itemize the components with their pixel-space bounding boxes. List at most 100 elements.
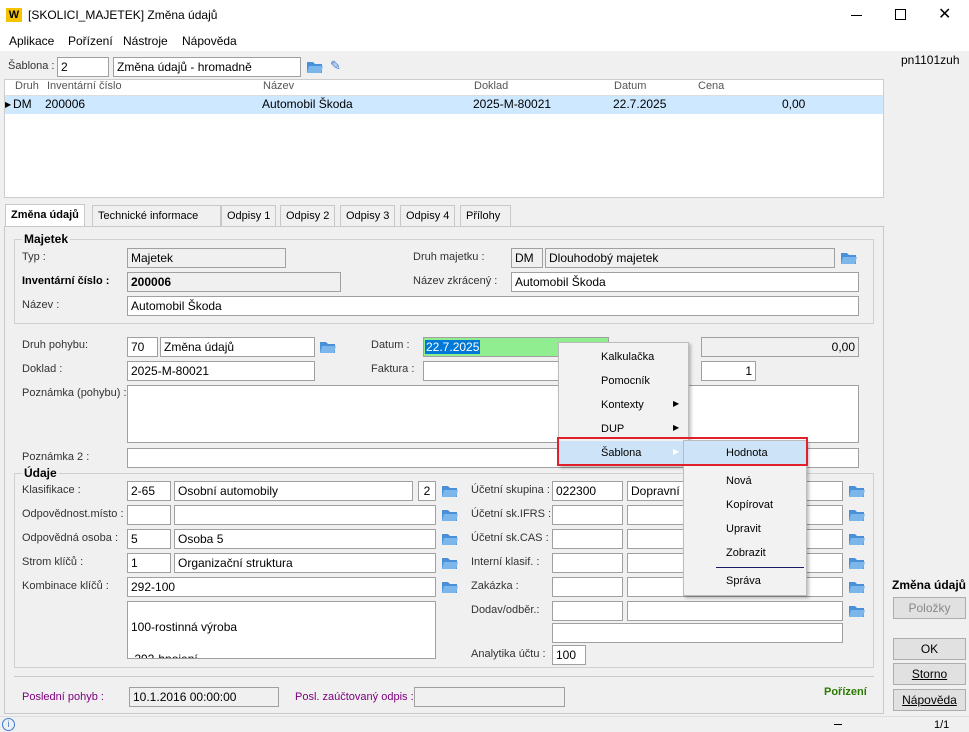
dodav-name[interactable] xyxy=(627,601,843,621)
open-folder-icon[interactable] xyxy=(840,250,858,266)
udaje-legend: Údaje xyxy=(22,466,59,480)
maximize-icon[interactable] xyxy=(895,9,906,20)
strom-klicu-code[interactable]: 1 xyxy=(127,553,171,573)
menu-nastroje[interactable]: Nástroje xyxy=(123,34,168,48)
ucetni-skupina-label: Účetní skupina : xyxy=(471,484,550,496)
doklad-field[interactable]: 2025-M-80021 xyxy=(127,361,315,381)
tab-odpisy4[interactable]: Odpisy 4 xyxy=(400,205,456,227)
nazev-label: Název : xyxy=(22,299,60,311)
open-folder-icon[interactable] xyxy=(848,483,866,499)
open-folder-icon[interactable] xyxy=(441,483,459,499)
odpovednost-misto-code[interactable] xyxy=(127,505,171,525)
col-doklad[interactable]: Doklad xyxy=(474,80,508,92)
nazev-zkraceny-label: Název zkrácený : xyxy=(413,275,498,287)
page-indicator: 1/1 xyxy=(934,719,950,731)
doklad-label: Doklad : xyxy=(22,363,63,375)
cas-code[interactable] xyxy=(552,529,623,549)
sablona-name-field[interactable]: Změna údajů - hromadně xyxy=(113,57,301,77)
odpovednost-misto-name[interactable] xyxy=(174,505,436,525)
tab-prilohy[interactable]: Přílohy xyxy=(460,205,511,227)
footer-divider xyxy=(14,676,874,677)
menu-napoveda[interactable]: Nápověda xyxy=(182,34,237,48)
table-row[interactable] xyxy=(5,96,883,114)
menu-item-pomocnik[interactable]: Pomocník xyxy=(559,369,688,393)
sablona-number-field[interactable]: 2 xyxy=(57,57,109,77)
submenu-item-upravit[interactable]: Upravit xyxy=(684,517,806,541)
cell-datum: 22.7.2025 xyxy=(613,97,667,111)
analytika-field[interactable]: 100 xyxy=(552,645,586,665)
col-nazev[interactable]: Název xyxy=(263,80,294,92)
dodav-code[interactable] xyxy=(552,601,623,621)
open-folder-icon[interactable] xyxy=(441,507,459,523)
right-panel-title: Změna údajů xyxy=(892,578,967,592)
open-folder-icon[interactable] xyxy=(848,579,866,595)
polozky-button[interactable]: Položky xyxy=(893,597,966,619)
klasifikace-code[interactable]: 2-65 xyxy=(127,481,171,501)
edit-pencil-icon[interactable]: ✎ xyxy=(330,58,341,74)
druh-majetku-code: DM xyxy=(511,248,543,268)
menu-porizeni[interactable]: Pořízení xyxy=(68,34,113,48)
open-folder-icon[interactable] xyxy=(306,59,324,75)
col-datum[interactable]: Datum xyxy=(614,80,646,92)
kombinace-klicu-field[interactable]: 292-100 xyxy=(127,577,436,597)
open-folder-icon[interactable] xyxy=(441,531,459,547)
submenu-item-zobrazit[interactable]: Zobrazit xyxy=(684,541,806,565)
nazev-field[interactable]: Automobil Škoda xyxy=(127,296,859,316)
druh-pohybu-code[interactable]: 70 xyxy=(127,337,158,357)
ifrs-code[interactable] xyxy=(552,505,623,525)
dodav-extra[interactable] xyxy=(552,623,843,643)
zakazka-label: Zakázka : xyxy=(471,580,519,592)
ucetni-skupina-code[interactable]: 022300 xyxy=(552,481,623,501)
zakazka-code[interactable] xyxy=(552,577,623,597)
tab-odpisy2[interactable]: Odpisy 2 xyxy=(280,205,336,227)
tab-technicke[interactable]: Technické informace xyxy=(92,205,221,227)
faktura-field[interactable] xyxy=(423,361,563,381)
window-title: [SKOLICI_MAJETEK] Změna údajů xyxy=(28,8,218,22)
open-folder-icon[interactable] xyxy=(441,555,459,571)
interni-klasif-code[interactable] xyxy=(552,553,623,573)
poznamka-label: Poznámka (pohybu) : xyxy=(22,387,127,399)
open-folder-icon[interactable] xyxy=(848,507,866,523)
klasifikace-num[interactable]: 2 xyxy=(418,481,436,501)
tab-odpisy3[interactable]: Odpisy 3 xyxy=(340,205,396,227)
menu-item-kalkulacka[interactable]: Kalkulačka xyxy=(559,345,688,369)
submenu-item-nova[interactable]: Nová xyxy=(684,469,806,493)
tab-zmena-udaju[interactable]: Změna údajů xyxy=(5,204,85,227)
ok-button[interactable]: OK xyxy=(893,638,966,660)
kombinace-line: 292-hnojení xyxy=(131,652,198,659)
menu-item-kontexty[interactable]: Kontexty xyxy=(559,393,688,417)
kombinace-text-area: 100-rostinná výroba 292-hnojení xyxy=(127,601,436,659)
klasifikace-name[interactable]: Osobní automobily xyxy=(174,481,413,501)
open-folder-icon[interactable] xyxy=(848,603,866,619)
tab-odpisy1[interactable]: Odpisy 1 xyxy=(221,205,277,227)
faktura-label: Faktura : xyxy=(371,363,415,375)
cell-doklad: 2025-M-80021 xyxy=(473,97,552,111)
menu-aplikace[interactable]: Aplikace xyxy=(9,34,54,48)
sablona-label: Šablona : xyxy=(8,60,55,72)
napoveda-button[interactable]: Nápověda xyxy=(893,689,966,711)
col-druh[interactable]: Druh xyxy=(15,80,39,92)
submenu-item-kopirovat[interactable]: Kopírovat xyxy=(684,493,806,517)
poznamka-field[interactable] xyxy=(127,385,859,443)
open-folder-icon[interactable] xyxy=(848,531,866,547)
col-cena[interactable]: Cena xyxy=(698,80,724,92)
odpovedna-osoba-name[interactable]: Osoba 5 xyxy=(174,529,436,549)
odpovedna-osoba-code[interactable]: 5 xyxy=(127,529,171,549)
submenu-item-sprava[interactable]: Správa xyxy=(684,569,806,593)
strom-klicu-name[interactable]: Organizační struktura xyxy=(174,553,436,573)
cell-inv: 200006 xyxy=(45,97,86,111)
dodav-label: Dodav/odběr.: xyxy=(471,604,540,616)
druh-pohybu-name[interactable]: Změna údajů xyxy=(160,337,315,357)
open-folder-icon[interactable] xyxy=(319,339,337,355)
nazev-zkraceny-field[interactable]: Automobil Škoda xyxy=(511,272,859,292)
odpovedna-osoba-label: Odpovědná osoba : xyxy=(22,532,119,544)
pocet-field[interactable]: 1 xyxy=(701,361,756,381)
druh-pohybu-label: Druh pohybu: xyxy=(22,339,89,351)
minimize-icon[interactable] xyxy=(851,15,862,16)
storno-button[interactable]: Storno xyxy=(893,663,966,685)
open-folder-icon[interactable] xyxy=(441,579,459,595)
col-inv[interactable]: Inventární číslo xyxy=(47,80,122,92)
close-icon[interactable]: ✕ xyxy=(938,4,951,24)
poznamka2-label: Poznámka 2 : xyxy=(22,451,90,463)
open-folder-icon[interactable] xyxy=(848,555,866,571)
